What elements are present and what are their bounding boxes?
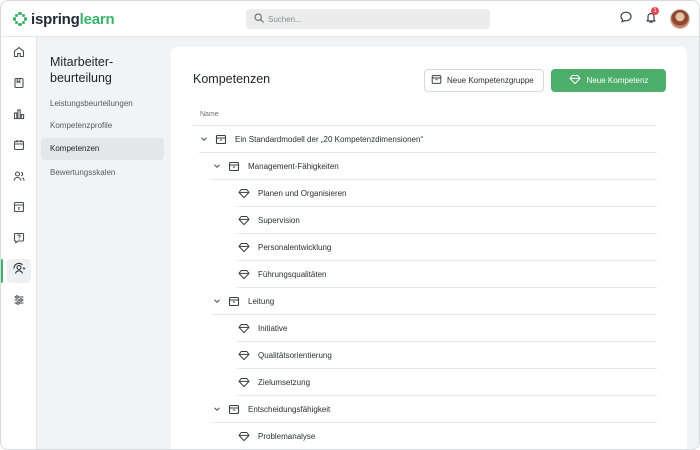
diamond-icon (237, 242, 251, 253)
tree-row-label: Leitung (248, 296, 275, 306)
rail-help[interactable] (7, 228, 31, 252)
tree-row-competency[interactable]: Initiative (237, 315, 657, 342)
tree-row-competency[interactable]: Personalentwicklung (237, 234, 657, 261)
subnav-item-bewertungsskalen[interactable]: Bewertungsskalen (41, 162, 164, 184)
search-icon (254, 10, 264, 28)
chevron-down-icon[interactable] (212, 405, 222, 413)
subnav-item-kompetenzen[interactable]: Kompetenzen (41, 138, 164, 160)
diamond-icon (237, 431, 251, 442)
column-header-name: Name (200, 111, 219, 118)
user-avatar[interactable] (670, 9, 690, 29)
chart-icon (12, 107, 26, 126)
chevron-down-icon[interactable] (199, 135, 209, 143)
logo-text-ispring: ispring (31, 10, 80, 28)
logo-icon (13, 12, 27, 26)
book-icon (12, 76, 26, 95)
rail-courses[interactable] (7, 73, 31, 97)
notifications-button[interactable]: 1 (642, 7, 660, 28)
chevron-down-icon[interactable] (212, 162, 222, 170)
icon-rail (1, 37, 37, 449)
diamond-icon (237, 188, 251, 199)
tree-row-label: Qualitätsorientierung (258, 350, 332, 360)
folder-icon (214, 134, 228, 145)
tree-row-competency[interactable]: Planen und Organisieren (237, 180, 657, 207)
diamond-icon (237, 377, 251, 388)
users-icon (12, 169, 26, 188)
tree-row-group[interactable]: Leitung (212, 288, 657, 315)
page-title: Kompetenzen (193, 72, 271, 86)
tree-row-group[interactable]: Management-Fähigkeiten (212, 153, 657, 180)
competencies-panel: Kompetenzen Neue Kompetenzgruppe Neue Ko… (171, 47, 687, 449)
search-box[interactable] (246, 9, 490, 29)
tree-row-label: Ein Standardmodell der „20 Kompetenzdime… (235, 134, 424, 144)
tree-row-label: Initiative (258, 323, 288, 333)
rail-performance-review[interactable] (1, 259, 31, 283)
tree-row-label: Planen und Organisieren (258, 188, 347, 198)
tree-row-competency[interactable]: Zielumsetzung (237, 369, 657, 396)
tree-row-label: Zielumsetzung (258, 377, 311, 387)
section-title: Mitarbeiter-beurteilung (50, 55, 114, 85)
archive-icon (12, 200, 26, 219)
home-icon (12, 45, 26, 64)
folder-icon (227, 296, 241, 307)
review-icon (12, 262, 26, 281)
tree-row-label: Management-Fähigkeiten (248, 161, 339, 171)
tree-row-competency[interactable]: Qualitätsorientierung (237, 342, 657, 369)
notification-badge: 1 (651, 7, 659, 15)
tree-row-label: Führungsqualitäten (258, 269, 327, 279)
logo-text-learn: learn (79, 10, 115, 28)
diamond-icon (237, 350, 251, 361)
rail-content[interactable] (7, 197, 31, 221)
subnav-item-kompetenzprofile[interactable]: Kompetenzprofile (41, 115, 164, 137)
ispring-learn-logo[interactable]: ispringlearn (13, 10, 115, 28)
app-window: ispringlearn 1 (0, 0, 700, 450)
subnav-item-leistungsbeurteilungen[interactable]: Leistungsbeurteilungen (41, 93, 164, 115)
new-competency-group-button[interactable]: Neue Kompetenzgruppe (424, 69, 544, 92)
diamond-icon (237, 269, 251, 280)
new-competency-button[interactable]: Neue Kompetenz (551, 69, 666, 92)
diamond-icon (569, 74, 581, 87)
diamond-icon (237, 215, 251, 226)
folder-icon (227, 404, 241, 415)
calendar-icon (12, 138, 26, 157)
help-icon (12, 231, 26, 250)
rail-home[interactable] (7, 42, 31, 66)
tree-row-competency[interactable]: Supervision (237, 207, 657, 234)
rail-settings[interactable] (7, 290, 31, 314)
top-bar: ispringlearn 1 (1, 1, 699, 37)
chat-button[interactable] (617, 10, 635, 28)
chat-icon (619, 10, 633, 29)
rail-users[interactable] (7, 166, 31, 190)
chevron-down-icon[interactable] (212, 297, 222, 305)
tree-row-label: Problemanalyse (258, 431, 316, 441)
tree-row-competency[interactable]: Führungsqualitäten (237, 261, 657, 288)
tree-row-competency[interactable]: Problemanalyse (237, 423, 657, 449)
search-input[interactable] (268, 14, 468, 24)
tree-row-group[interactable]: Ein Standardmodell der „20 Kompetenzdime… (199, 126, 657, 153)
folder-icon (431, 74, 442, 87)
tree-row-label: Entscheidungsfähigkeit (248, 404, 331, 414)
new-competency-label: Neue Kompetenz (586, 76, 649, 85)
tree-row-group[interactable]: Entscheidungsfähigkeit (212, 396, 657, 423)
folder-icon (227, 161, 241, 172)
section-sidebar: Mitarbeiter-beurteilung Leistungsbeurtei… (37, 37, 171, 449)
tree-row-label: Supervision (258, 215, 300, 225)
rail-reports[interactable] (7, 104, 31, 128)
settings-icon (12, 293, 26, 312)
diamond-icon (237, 323, 251, 334)
tree-row-label: Personalentwicklung (258, 242, 332, 252)
rail-calendar[interactable] (7, 135, 31, 159)
new-competency-group-label: Neue Kompetenzgruppe (447, 76, 534, 85)
